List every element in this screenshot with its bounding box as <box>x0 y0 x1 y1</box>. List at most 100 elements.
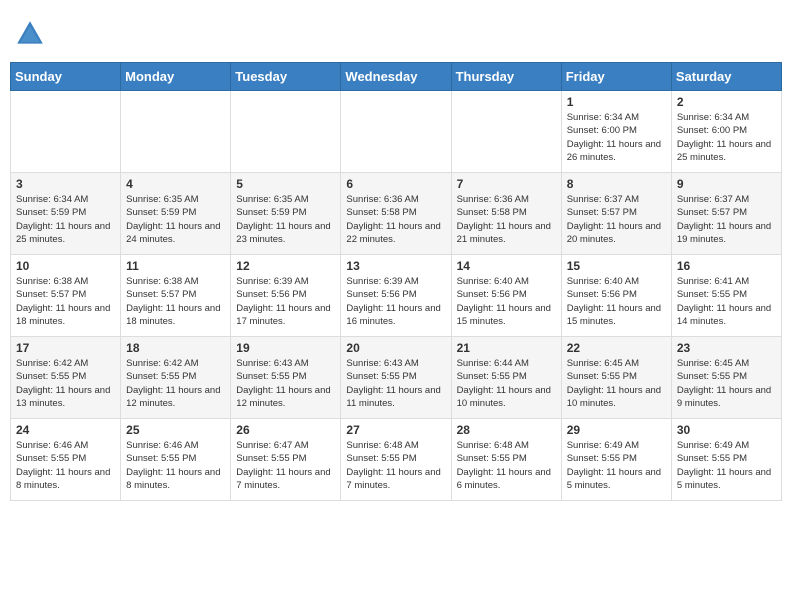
calendar-cell: 10 Sunrise: 6:38 AM Sunset: 5:57 PM Dayli… <box>11 255 121 337</box>
calendar-cell: 13 Sunrise: 6:39 AM Sunset: 5:56 PM Dayli… <box>341 255 451 337</box>
day-number: 4 <box>126 177 225 191</box>
day-number: 14 <box>457 259 556 273</box>
day-number: 2 <box>677 95 776 109</box>
day-number: 1 <box>567 95 666 109</box>
day-number: 27 <box>346 423 445 437</box>
day-info: Sunrise: 6:34 AM Sunset: 6:00 PM Dayligh… <box>677 111 776 164</box>
day-number: 21 <box>457 341 556 355</box>
day-info: Sunrise: 6:48 AM Sunset: 5:55 PM Dayligh… <box>457 439 556 492</box>
weekday-header: Wednesday <box>341 63 451 91</box>
calendar-week-row: 3 Sunrise: 6:34 AM Sunset: 5:59 PM Daylig… <box>11 173 782 255</box>
day-info: Sunrise: 6:36 AM Sunset: 5:58 PM Dayligh… <box>457 193 556 246</box>
calendar-cell: 18 Sunrise: 6:42 AM Sunset: 5:55 PM Dayli… <box>121 337 231 419</box>
day-info: Sunrise: 6:39 AM Sunset: 5:56 PM Dayligh… <box>236 275 335 328</box>
day-info: Sunrise: 6:49 AM Sunset: 5:55 PM Dayligh… <box>567 439 666 492</box>
day-number: 6 <box>346 177 445 191</box>
day-number: 20 <box>346 341 445 355</box>
day-number: 15 <box>567 259 666 273</box>
day-number: 22 <box>567 341 666 355</box>
day-number: 17 <box>16 341 115 355</box>
day-number: 19 <box>236 341 335 355</box>
day-info: Sunrise: 6:48 AM Sunset: 5:55 PM Dayligh… <box>346 439 445 492</box>
day-number: 3 <box>16 177 115 191</box>
calendar-cell: 5 Sunrise: 6:35 AM Sunset: 5:59 PM Daylig… <box>231 173 341 255</box>
day-number: 28 <box>457 423 556 437</box>
day-info: Sunrise: 6:42 AM Sunset: 5:55 PM Dayligh… <box>16 357 115 410</box>
calendar-cell: 28 Sunrise: 6:48 AM Sunset: 5:55 PM Dayli… <box>451 419 561 501</box>
day-number: 29 <box>567 423 666 437</box>
calendar-cell <box>341 91 451 173</box>
day-info: Sunrise: 6:46 AM Sunset: 5:55 PM Dayligh… <box>126 439 225 492</box>
day-info: Sunrise: 6:49 AM Sunset: 5:55 PM Dayligh… <box>677 439 776 492</box>
day-info: Sunrise: 6:40 AM Sunset: 5:56 PM Dayligh… <box>457 275 556 328</box>
day-number: 5 <box>236 177 335 191</box>
day-info: Sunrise: 6:35 AM Sunset: 5:59 PM Dayligh… <box>126 193 225 246</box>
day-info: Sunrise: 6:47 AM Sunset: 5:55 PM Dayligh… <box>236 439 335 492</box>
day-number: 10 <box>16 259 115 273</box>
day-info: Sunrise: 6:41 AM Sunset: 5:55 PM Dayligh… <box>677 275 776 328</box>
calendar-cell: 2 Sunrise: 6:34 AM Sunset: 6:00 PM Daylig… <box>671 91 781 173</box>
calendar-cell: 26Sunrise: 6:47 AM Sunset: 5:55 PM Dayli… <box>231 419 341 501</box>
day-number: 11 <box>126 259 225 273</box>
calendar-cell: 19Sunrise: 6:43 AM Sunset: 5:55 PM Dayli… <box>231 337 341 419</box>
calendar-cell: 14 Sunrise: 6:40 AM Sunset: 5:56 PM Dayli… <box>451 255 561 337</box>
calendar-cell: 27 Sunrise: 6:48 AM Sunset: 5:55 PM Dayli… <box>341 419 451 501</box>
calendar-week-row: 17 Sunrise: 6:42 AM Sunset: 5:55 PM Dayli… <box>11 337 782 419</box>
day-info: Sunrise: 6:37 AM Sunset: 5:57 PM Dayligh… <box>567 193 666 246</box>
calendar-cell: 16 Sunrise: 6:41 AM Sunset: 5:55 PM Dayli… <box>671 255 781 337</box>
day-info: Sunrise: 6:46 AM Sunset: 5:55 PM Dayligh… <box>16 439 115 492</box>
calendar-cell: 20 Sunrise: 6:43 AM Sunset: 5:55 PM Dayli… <box>341 337 451 419</box>
day-info: Sunrise: 6:45 AM Sunset: 5:55 PM Dayligh… <box>567 357 666 410</box>
calendar-cell: 6 Sunrise: 6:36 AM Sunset: 5:58 PM Daylig… <box>341 173 451 255</box>
weekday-header: Saturday <box>671 63 781 91</box>
calendar-cell: 24Sunrise: 6:46 AM Sunset: 5:55 PM Dayli… <box>11 419 121 501</box>
day-info: Sunrise: 6:43 AM Sunset: 5:55 PM Dayligh… <box>346 357 445 410</box>
day-info: Sunrise: 6:42 AM Sunset: 5:55 PM Dayligh… <box>126 357 225 410</box>
day-number: 9 <box>677 177 776 191</box>
logo-icon <box>14 18 46 50</box>
calendar-header-row: SundayMondayTuesdayWednesdayThursdayFrid… <box>11 63 782 91</box>
day-info: Sunrise: 6:34 AM Sunset: 5:59 PM Dayligh… <box>16 193 115 246</box>
calendar-cell: 1 Sunrise: 6:34 AM Sunset: 6:00 PM Daylig… <box>561 91 671 173</box>
day-info: Sunrise: 6:38 AM Sunset: 5:57 PM Dayligh… <box>126 275 225 328</box>
weekday-header: Friday <box>561 63 671 91</box>
calendar-cell: 11 Sunrise: 6:38 AM Sunset: 5:57 PM Dayli… <box>121 255 231 337</box>
calendar-cell: 8 Sunrise: 6:37 AM Sunset: 5:57 PM Daylig… <box>561 173 671 255</box>
calendar-cell: 15 Sunrise: 6:40 AM Sunset: 5:56 PM Dayli… <box>561 255 671 337</box>
day-info: Sunrise: 6:40 AM Sunset: 5:56 PM Dayligh… <box>567 275 666 328</box>
day-number: 16 <box>677 259 776 273</box>
day-info: Sunrise: 6:39 AM Sunset: 5:56 PM Dayligh… <box>346 275 445 328</box>
day-number: 13 <box>346 259 445 273</box>
day-number: 7 <box>457 177 556 191</box>
calendar-week-row: 1 Sunrise: 6:34 AM Sunset: 6:00 PM Daylig… <box>11 91 782 173</box>
day-info: Sunrise: 6:37 AM Sunset: 5:57 PM Dayligh… <box>677 193 776 246</box>
calendar-week-row: 10 Sunrise: 6:38 AM Sunset: 5:57 PM Dayli… <box>11 255 782 337</box>
day-info: Sunrise: 6:35 AM Sunset: 5:59 PM Dayligh… <box>236 193 335 246</box>
day-number: 25 <box>126 423 225 437</box>
weekday-header: Tuesday <box>231 63 341 91</box>
calendar-cell: 22 Sunrise: 6:45 AM Sunset: 5:55 PM Dayli… <box>561 337 671 419</box>
logo <box>14 18 50 50</box>
day-number: 12 <box>236 259 335 273</box>
calendar-week-row: 24Sunrise: 6:46 AM Sunset: 5:55 PM Dayli… <box>11 419 782 501</box>
calendar-cell <box>451 91 561 173</box>
day-info: Sunrise: 6:34 AM Sunset: 6:00 PM Dayligh… <box>567 111 666 164</box>
calendar-cell: 23 Sunrise: 6:45 AM Sunset: 5:55 PM Dayli… <box>671 337 781 419</box>
weekday-header: Thursday <box>451 63 561 91</box>
day-info: Sunrise: 6:38 AM Sunset: 5:57 PM Dayligh… <box>16 275 115 328</box>
calendar-cell: 21Sunrise: 6:44 AM Sunset: 5:55 PM Dayli… <box>451 337 561 419</box>
calendar-cell: 4 Sunrise: 6:35 AM Sunset: 5:59 PM Daylig… <box>121 173 231 255</box>
day-number: 18 <box>126 341 225 355</box>
day-number: 30 <box>677 423 776 437</box>
day-number: 23 <box>677 341 776 355</box>
calendar-cell: 30 Sunrise: 6:49 AM Sunset: 5:55 PM Dayli… <box>671 419 781 501</box>
calendar-table: SundayMondayTuesdayWednesdayThursdayFrid… <box>10 62 782 501</box>
day-number: 8 <box>567 177 666 191</box>
day-info: Sunrise: 6:36 AM Sunset: 5:58 PM Dayligh… <box>346 193 445 246</box>
calendar-cell <box>231 91 341 173</box>
calendar-cell: 9 Sunrise: 6:37 AM Sunset: 5:57 PM Daylig… <box>671 173 781 255</box>
calendar-cell <box>121 91 231 173</box>
calendar-cell: 12 Sunrise: 6:39 AM Sunset: 5:56 PM Dayli… <box>231 255 341 337</box>
day-info: Sunrise: 6:45 AM Sunset: 5:55 PM Dayligh… <box>677 357 776 410</box>
calendar-cell <box>11 91 121 173</box>
